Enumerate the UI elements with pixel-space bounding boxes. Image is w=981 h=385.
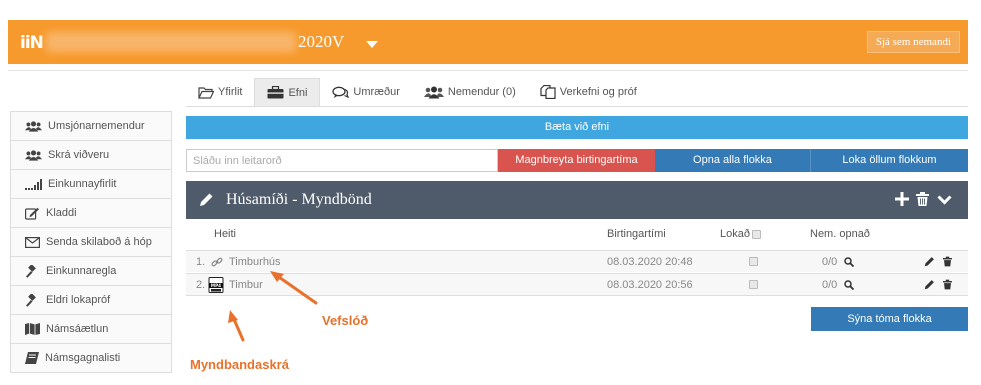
annotation-arrow-videofile	[228, 310, 245, 342]
annotation-label-videofile: Myndbandaskrá	[190, 357, 289, 372]
annotation-label-weblink: Vefslóð	[322, 313, 369, 328]
annotation-arrow-weblink	[270, 271, 318, 305]
annotation-arrows	[228, 271, 318, 342]
